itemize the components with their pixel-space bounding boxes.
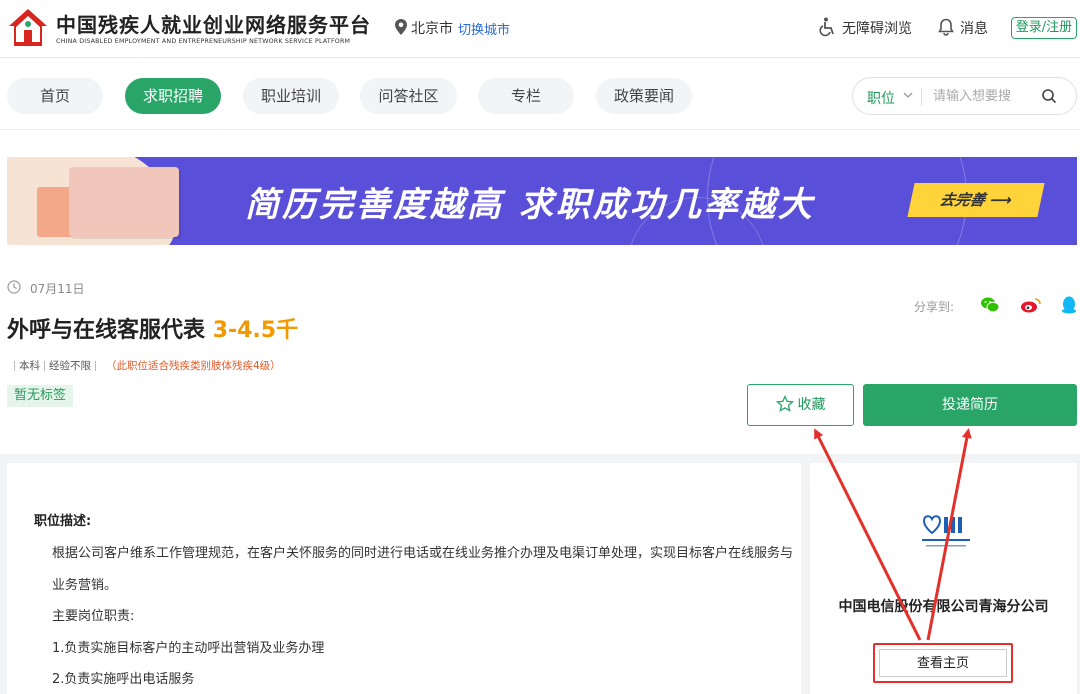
view-homepage-button[interactable]: 查看主页 xyxy=(879,649,1007,677)
divider xyxy=(44,361,45,371)
job-requirements: 本科 经验不限 （此职位适合残疾类别肢体残疾4级） xyxy=(10,358,281,373)
nav-item-column[interactable]: 专栏 xyxy=(478,78,574,114)
location-pin-icon xyxy=(395,19,407,35)
weibo-icon[interactable] xyxy=(1020,296,1042,314)
wechat-icon[interactable] xyxy=(980,296,1000,314)
salary: 3-4.5千 xyxy=(212,318,299,343)
description-line: 根据公司客户维系工作管理规范，在客户关怀服务的同时进行电话或在线业务推介办理及电… xyxy=(52,546,794,561)
site-title[interactable]: 中国残疾人就业创业网络服务平台 xyxy=(56,9,371,38)
share-label: 分享到: xyxy=(914,300,955,314)
messages-link[interactable]: 消息 xyxy=(960,18,988,38)
banner-slogan: 简历完善度越高 求职成功几率越大 xyxy=(245,185,815,225)
clock-icon xyxy=(7,280,21,294)
accessibility-link[interactable]: 无障碍浏览 xyxy=(842,18,912,38)
favorite-button[interactable]: 收藏 xyxy=(747,384,854,426)
divider xyxy=(95,361,96,371)
post-date: 07月11日 xyxy=(30,282,85,296)
job-title: 外呼与在线客服代表 xyxy=(7,318,206,343)
switch-city-link[interactable]: 切换城市 xyxy=(458,19,510,38)
search-category-select[interactable]: 职位 xyxy=(867,88,895,108)
site-subtitle: CHINA DISABLED EMPLOYMENT AND ENTREPRENE… xyxy=(56,38,351,45)
nav-item-jobs[interactable]: 求职招聘 xyxy=(125,78,221,114)
nav-item-policy-news[interactable]: 政策要闻 xyxy=(596,78,692,114)
search-divider xyxy=(921,88,922,106)
view-homepage-highlight: 查看主页 xyxy=(873,643,1013,683)
job-tag: 暂无标签 xyxy=(7,385,74,407)
site-logo-icon[interactable] xyxy=(6,6,50,50)
bell-icon[interactable] xyxy=(938,18,954,36)
company-logo[interactable] xyxy=(918,511,974,555)
divider xyxy=(14,361,15,371)
nav-item-qa-community[interactable]: 问答社区 xyxy=(360,78,457,114)
search-icon[interactable] xyxy=(1041,88,1057,104)
disability-note: （此职位适合残疾类别肢体残疾4级） xyxy=(106,360,281,372)
promo-banner[interactable]: 简历完善度越高 求职成功几率越大 去完善 ⟶ xyxy=(7,157,1077,245)
resume-illustration xyxy=(69,167,179,237)
description-line: 1.负责实施目标客户的主动呼出营销及业务办理 xyxy=(52,641,325,656)
job-title-row: 外呼与在线客服代表 3-4.5千 xyxy=(7,312,298,344)
description-heading: 职位描述: xyxy=(34,514,92,529)
chevron-down-icon[interactable] xyxy=(903,90,913,100)
wheelchair-icon[interactable] xyxy=(818,17,836,37)
company-card: 中国电信股份有限公司青海分公司 查看主页 xyxy=(810,463,1077,694)
qq-icon[interactable] xyxy=(1060,295,1078,315)
company-name[interactable]: 中国电信股份有限公司青海分公司 xyxy=(810,596,1077,616)
search-input[interactable] xyxy=(933,86,1033,106)
nav-item-home[interactable]: 首页 xyxy=(7,78,103,114)
banner-complete-button[interactable]: 去完善 ⟶ xyxy=(907,183,1045,217)
favorite-label: 收藏 xyxy=(797,397,826,413)
star-icon xyxy=(775,394,794,412)
description-line: 主要岗位职责: xyxy=(52,609,135,624)
education-requirement: 本科 xyxy=(19,360,40,372)
current-city: 北京市 xyxy=(411,21,453,37)
apply-resume-button[interactable]: 投递简历 xyxy=(863,384,1077,426)
description-line: 业务营销。 xyxy=(52,578,118,593)
login-register-button[interactable]: 登录/注册 xyxy=(1011,17,1077,39)
nav-item-training[interactable]: 职业培训 xyxy=(243,78,339,114)
search-box: 职位 xyxy=(852,77,1077,115)
description-line: 2.负责实施呼出电话服务 xyxy=(52,672,195,687)
experience-requirement: 经验不限 xyxy=(49,360,91,372)
main-nav: 首页 求职招聘 职业培训 问答社区 专栏 政策要闻 职位 xyxy=(0,58,1080,130)
job-description-card: 职位描述: 根据公司客户维系工作管理规范，在客户关怀服务的同时进行电话或在线业务… xyxy=(7,463,801,694)
site-header: 中国残疾人就业创业网络服务平台 CHINA DISABLED EMPLOYMEN… xyxy=(0,0,1080,58)
